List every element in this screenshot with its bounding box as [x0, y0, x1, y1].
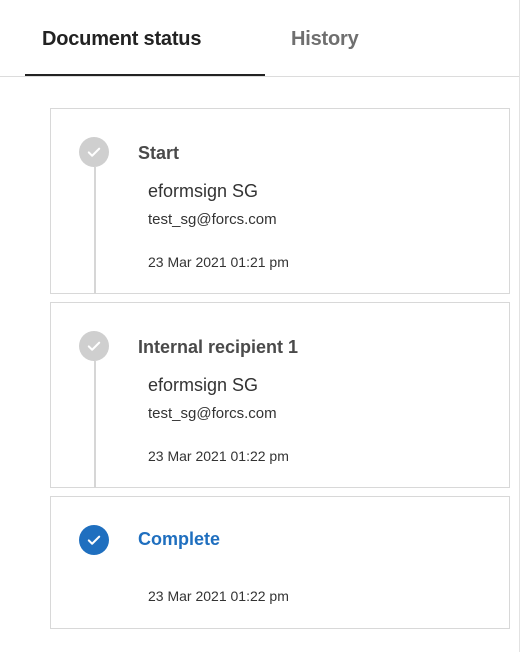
step-timestamp: 23 Mar 2021 01:21 pm [148, 254, 289, 270]
panel-divider [519, 0, 520, 652]
tab-document-status[interactable]: Document status [42, 28, 201, 51]
recipient-email: test_sg@forcs.com [148, 405, 277, 422]
step-title: Start [138, 143, 180, 163]
timeline-line [94, 167, 96, 294]
step-title: Internal recipient 1 [138, 337, 299, 357]
status-card-internal-recipient: Internal recipient 1 eformsign SG test_s… [50, 302, 510, 488]
tab-history[interactable]: History [291, 28, 359, 51]
step-title: Complete [138, 529, 221, 549]
check-circle-icon [79, 331, 109, 361]
timeline-line [94, 361, 96, 488]
status-card-start: Start eformsign SG test_sg@forcs.com 23 … [50, 108, 510, 294]
status-card-complete: Complete 23 Mar 2021 01:22 pm [50, 496, 510, 629]
recipient-name: eformsign SG [148, 375, 259, 395]
step-timestamp: 23 Mar 2021 01:22 pm [148, 448, 289, 464]
check-circle-icon [79, 137, 109, 167]
check-circle-icon [79, 525, 109, 555]
step-timestamp: 23 Mar 2021 01:22 pm [148, 588, 289, 604]
recipient-email: test_sg@forcs.com [148, 211, 277, 228]
tab-bar: Document status History [0, 0, 519, 77]
recipient-name: eformsign SG [148, 181, 259, 201]
active-tab-indicator [25, 74, 265, 76]
